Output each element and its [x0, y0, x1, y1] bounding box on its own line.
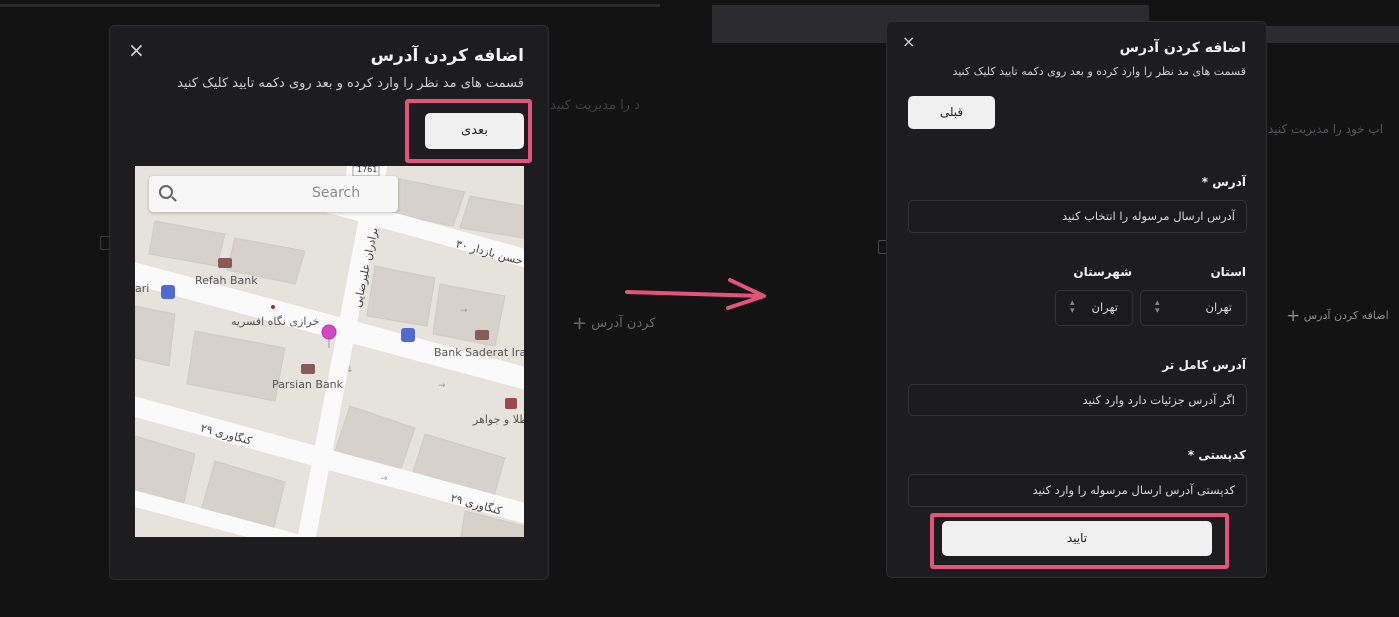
chevron-updown-icon: ▴ ▾ — [1070, 298, 1075, 316]
svg-text:↓: ↓ — [346, 365, 354, 375]
add-address-modal-step2: × اضافه کردن آدرس قسمت های مد نظر را وار… — [886, 21, 1267, 578]
modal-subtitle: قسمت های مد نظر را وارد کرده و بعد روی د… — [177, 76, 524, 91]
modal-title: اضافه کردن آدرس — [370, 46, 524, 66]
svg-text:→: → — [438, 381, 446, 391]
map-label-khorazi: خرازی نگاه افسریه — [231, 315, 320, 328]
transition-arrow-icon — [625, 278, 766, 310]
address-field[interactable]: آدرس ارسال مرسوله را انتخاب کنید — [908, 200, 1247, 233]
map-label-refah-bank: Refah Bank — [195, 274, 258, 287]
city-label: شهرستان — [1073, 265, 1132, 279]
full-address-label: آدرس کامل تر — [1162, 358, 1246, 372]
add-address-modal-step1: × اضافه کردن آدرس قسمت های مد نظر را وار… — [109, 25, 549, 580]
background-ghost-text: د را مدیریت کنید — [550, 98, 640, 113]
plus-icon: + — [572, 313, 588, 334]
svg-text:→: → — [460, 306, 468, 316]
address-label: آدرس * — [1201, 175, 1246, 189]
map-label-tala: طلا و جواهر — [473, 413, 524, 426]
close-icon[interactable]: × — [128, 40, 145, 60]
map-search-box[interactable]: Search — [149, 176, 398, 212]
city-select[interactable]: تهران ▴ ▾ — [1055, 290, 1133, 326]
background-add-address-right: + اضافه کردن آدرس — [1286, 306, 1389, 326]
province-select[interactable]: تهران ▴ ▾ — [1140, 290, 1247, 326]
svg-text:→: → — [380, 474, 388, 484]
province-label: استان — [1210, 265, 1246, 279]
chevron-updown-icon: ▴ ▾ — [1155, 298, 1160, 316]
background-top-line-left — [0, 4, 660, 7]
background-add-address: + کردن آدرس — [572, 313, 656, 334]
modal-subtitle: قسمت های مد نظر را وارد کرده و بعد روی د… — [952, 65, 1246, 78]
confirm-button[interactable]: تایید — [942, 521, 1212, 556]
map-label-parsian-bank: Parsian Bank — [272, 378, 344, 391]
search-icon-handle — [171, 196, 177, 202]
postal-code-field[interactable]: کدپستی آدرس ارسال مرسوله را وارد کنید — [908, 474, 1247, 507]
map-label-ari: ari — [135, 282, 150, 295]
postal-code-label: کدپستی * — [1187, 448, 1246, 462]
modal-title: اضافه کردن آدرس — [1119, 40, 1246, 56]
previous-button[interactable]: قبلی — [908, 96, 995, 129]
background-ghost-text-right: اب خود را مدیریت کنید — [1268, 122, 1384, 136]
next-button[interactable]: بعدی — [425, 113, 524, 149]
close-icon[interactable]: × — [902, 34, 915, 50]
full-address-field[interactable]: اگر آدرس جزئیات دارد وارد کنید — [908, 384, 1247, 416]
map-label-bank-saderat: Bank Saderat Ira — [434, 346, 524, 359]
map-search-placeholder: Search — [312, 185, 361, 201]
map[interactable]: ↓ → → → 1761 Refah Bank ari خرازی نگاه ا… — [135, 166, 524, 537]
map-road-number: 1761 — [357, 166, 378, 174]
plus-icon: + — [1286, 306, 1301, 326]
